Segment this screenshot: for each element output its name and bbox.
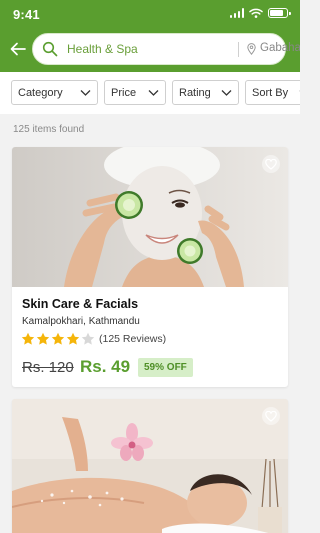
back-arrow-icon[interactable] bbox=[9, 40, 27, 58]
wifi-icon bbox=[249, 8, 263, 18]
chevron-down-icon bbox=[80, 90, 91, 96]
filter-sort-by[interactable]: Sort By bbox=[245, 80, 300, 105]
filter-price-label: Price bbox=[111, 86, 137, 99]
location-text[interactable]: Gabahal bbox=[260, 42, 300, 54]
listing-title[interactable]: Skin Care & Facials bbox=[22, 297, 138, 311]
listing-card[interactable]: Skin Care & Facials Kamalpokhari, Kathma… bbox=[12, 147, 288, 387]
filter-sort-by-label: Sort By bbox=[252, 86, 289, 99]
star-filled-icon bbox=[21, 332, 35, 345]
favorite-heart-icon[interactable] bbox=[262, 407, 280, 425]
listing-location: Kamalpokhari, Kathmandu bbox=[22, 316, 140, 327]
status-icons bbox=[229, 8, 291, 18]
items-count: 125 items found bbox=[13, 124, 85, 135]
location-pin-icon bbox=[247, 43, 256, 55]
chevron-down-icon bbox=[299, 90, 300, 92]
battery-icon bbox=[268, 8, 291, 18]
status-bar: 9:41 bbox=[0, 0, 300, 28]
star-empty-icon bbox=[81, 332, 95, 345]
listing-card[interactable] bbox=[12, 399, 288, 533]
chevron-down-icon bbox=[148, 90, 159, 96]
filter-rating[interactable]: Rating bbox=[172, 80, 239, 105]
filter-bar: Category Price Rating Sort By bbox=[0, 72, 300, 114]
app-header: 9:41 Health & Spa Gabahal bbox=[0, 0, 300, 72]
signal-icon bbox=[229, 8, 244, 18]
status-time: 9:41 bbox=[13, 7, 40, 22]
filter-rating-label: Rating bbox=[179, 86, 211, 99]
listing-image-massage bbox=[12, 399, 288, 533]
filter-category-label: Category bbox=[18, 86, 63, 99]
favorite-heart-icon[interactable] bbox=[262, 155, 280, 173]
original-price: Rs. 120 bbox=[22, 359, 74, 376]
screen: 9:41 Health & Spa Gabahal Category Price… bbox=[0, 0, 300, 533]
search-divider bbox=[238, 42, 239, 57]
star-filled-icon bbox=[36, 332, 50, 345]
discounted-price: Rs. 49 bbox=[80, 357, 131, 376]
search-input[interactable] bbox=[67, 39, 207, 59]
search-bar[interactable]: Gabahal bbox=[32, 33, 300, 65]
discount-badge: 59% OFF bbox=[138, 358, 193, 377]
search-icon bbox=[42, 41, 58, 57]
rating-stars bbox=[21, 332, 95, 346]
review-count[interactable]: (125 Reviews) bbox=[99, 333, 166, 345]
chevron-down-icon bbox=[221, 90, 232, 96]
filter-price[interactable]: Price bbox=[104, 80, 166, 105]
listing-image-facial bbox=[12, 147, 288, 287]
star-filled-icon bbox=[51, 332, 65, 345]
filter-category[interactable]: Category bbox=[11, 80, 98, 105]
star-filled-icon bbox=[66, 332, 80, 345]
